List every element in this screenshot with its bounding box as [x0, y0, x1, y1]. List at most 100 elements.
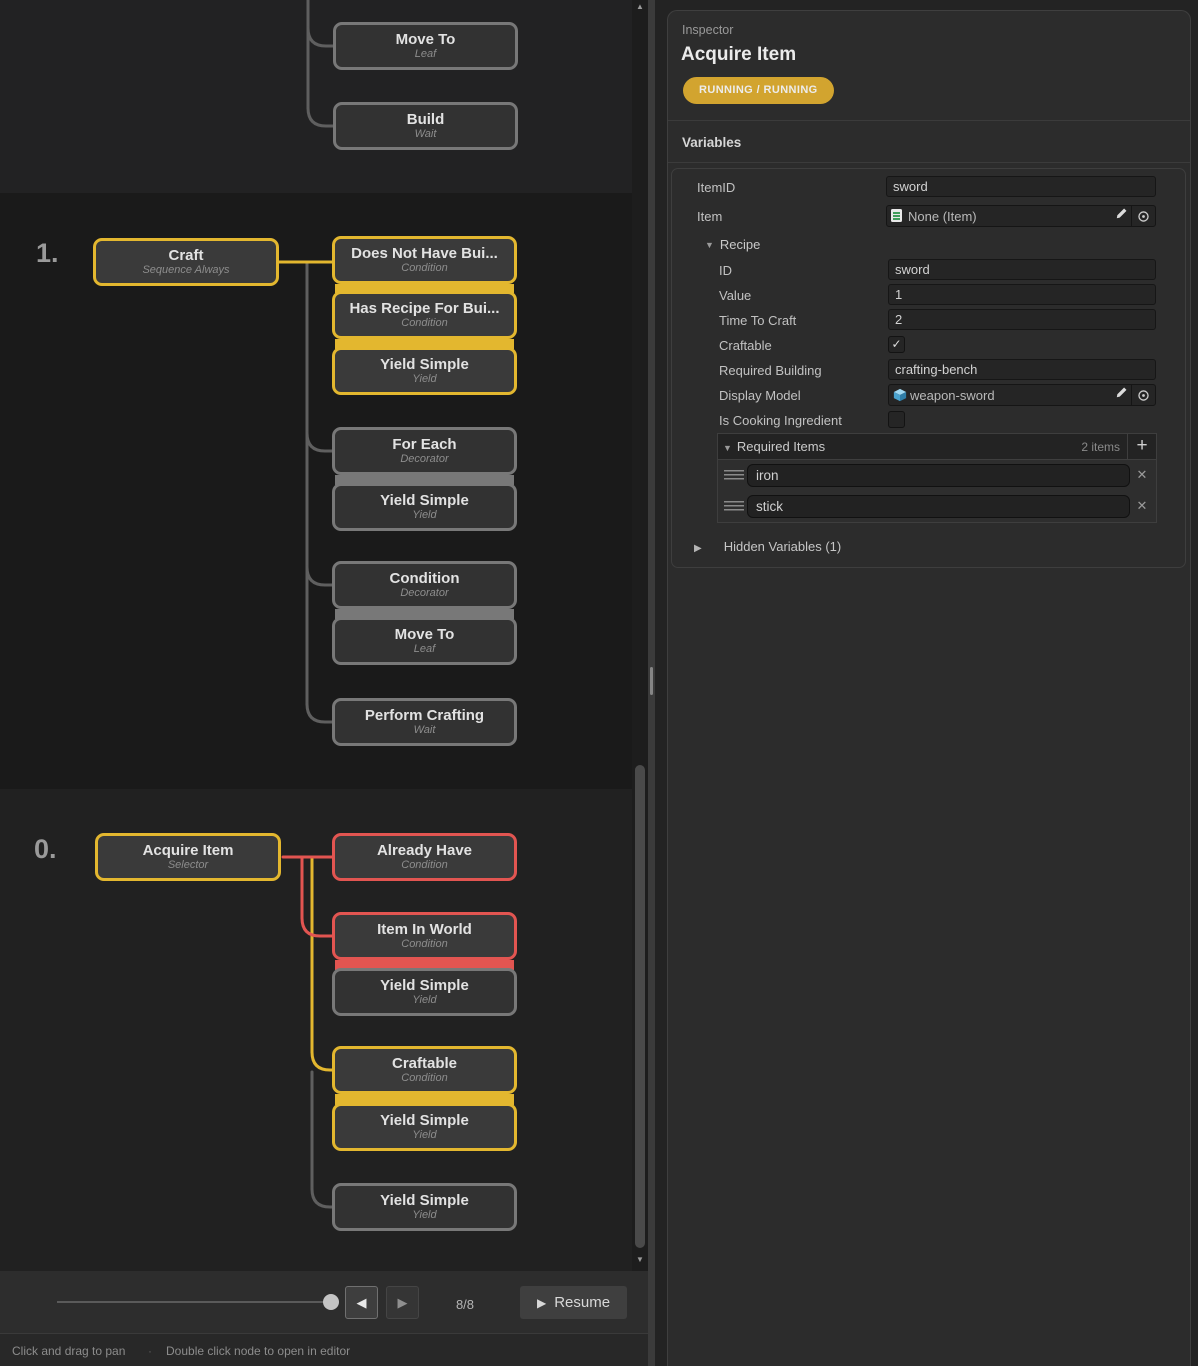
- scroll-up-icon[interactable]: ▲: [632, 1, 648, 13]
- required-building-field[interactable]: [888, 359, 1156, 380]
- required-item-input[interactable]: [748, 465, 1129, 486]
- node-subtitle: Wait: [415, 128, 437, 141]
- required-item-field[interactable]: [747, 495, 1130, 518]
- node-subtitle: Yield: [412, 373, 436, 386]
- field-label-item: Item: [697, 209, 722, 224]
- remove-item-button[interactable]: ✕: [1132, 466, 1152, 484]
- node-move-to-mid[interactable]: Move To Leaf: [332, 617, 517, 665]
- node-move-to-top[interactable]: Move To Leaf: [333, 22, 518, 70]
- time-to-craft-field[interactable]: [888, 309, 1156, 330]
- required-items-foldout[interactable]: ▼ Required Items: [723, 439, 825, 454]
- node-title: Yield Simple: [380, 1112, 469, 1129]
- node-subtitle: Condition: [401, 317, 447, 330]
- required-items-count: 2 items: [1081, 440, 1120, 454]
- variables-section-title: Variables: [682, 135, 741, 150]
- node-title: Yield Simple: [380, 492, 469, 509]
- node-yield-simple-1[interactable]: Yield Simple Yield: [332, 347, 517, 395]
- node-for-each[interactable]: For Each Decorator: [332, 427, 517, 475]
- node-title: For Each: [392, 436, 456, 453]
- step-back-button[interactable]: ◀: [345, 1286, 378, 1319]
- recipe-id-field[interactable]: [888, 259, 1156, 280]
- node-has-recipe-for-building[interactable]: Has Recipe For Bui... Condition: [332, 291, 517, 339]
- required-item-input[interactable]: [748, 496, 1129, 517]
- node-subtitle: Leaf: [414, 643, 435, 656]
- hint-open-editor: Double click node to open in editor: [166, 1344, 350, 1358]
- itemid-input[interactable]: [887, 177, 1155, 196]
- node-subtitle: Sequence Always: [142, 264, 229, 277]
- graph-section-top[interactable]: [0, 0, 648, 193]
- prefab-cube-icon: [893, 388, 907, 402]
- recipe-value-input[interactable]: [889, 285, 1155, 304]
- play-icon: ▶: [537, 1296, 546, 1310]
- required-items-header: ▼ Required Items 2 items +: [718, 434, 1156, 460]
- hint-pan: Click and drag to pan: [12, 1344, 125, 1358]
- edit-pencil-icon[interactable]: [1111, 207, 1131, 225]
- recipe-value-field[interactable]: [888, 284, 1156, 305]
- section-index-0: 0.: [34, 834, 57, 865]
- object-picker-icon[interactable]: [1131, 385, 1155, 405]
- node-yield-simple-5[interactable]: Yield Simple Yield: [332, 1183, 517, 1231]
- required-item-field[interactable]: [747, 464, 1130, 487]
- remove-item-button[interactable]: ✕: [1132, 497, 1152, 515]
- node-subtitle: Yield: [412, 509, 436, 522]
- resume-button[interactable]: ▶ Resume: [520, 1286, 627, 1319]
- graph-scrollbar[interactable]: ▲ ▼: [632, 0, 648, 1271]
- craftable-checkbox[interactable]: ✓: [888, 336, 905, 353]
- recipe-id-input[interactable]: [889, 260, 1155, 279]
- node-yield-simple-4[interactable]: Yield Simple Yield: [332, 1103, 517, 1151]
- itemid-field[interactable]: [886, 176, 1156, 197]
- chevron-down-icon: ▼: [705, 240, 714, 250]
- field-label-time-to-craft: Time To Craft: [719, 313, 796, 328]
- inspector-label: Inspector: [682, 23, 733, 37]
- step-forward-button[interactable]: ▶: [386, 1286, 419, 1319]
- node-title: Move To: [396, 31, 456, 48]
- node-craftable[interactable]: Craftable Condition: [332, 1046, 517, 1094]
- status-badge: RUNNING / RUNNING: [683, 77, 834, 104]
- node-title: Craftable: [392, 1055, 457, 1072]
- drag-handle-icon[interactable]: [724, 470, 744, 480]
- node-condition[interactable]: Condition Decorator: [332, 561, 517, 609]
- node-item-in-world[interactable]: Item In World Condition: [332, 912, 517, 960]
- required-building-input[interactable]: [889, 360, 1155, 379]
- divider: [668, 120, 1190, 121]
- is-cooking-ingredient-checkbox[interactable]: [888, 411, 905, 428]
- scroll-down-icon[interactable]: ▼: [632, 1254, 648, 1266]
- node-title: Item In World: [377, 921, 472, 938]
- node-does-not-have-building[interactable]: Does Not Have Bui... Condition: [332, 236, 517, 284]
- field-label-is-cooking-ingredient: Is Cooking Ingredient: [719, 413, 842, 428]
- field-label-id: ID: [719, 263, 732, 278]
- timeline-slider-track[interactable]: [57, 1301, 331, 1303]
- node-title: Perform Crafting: [365, 707, 484, 724]
- display-model-object-field[interactable]: weapon-sword: [888, 384, 1156, 406]
- node-craft[interactable]: Craft Sequence Always: [93, 238, 279, 286]
- chevron-right-icon: ▶: [694, 543, 702, 554]
- recipe-foldout[interactable]: ▼Recipe: [705, 237, 760, 252]
- hidden-variables-label: Hidden Variables (1): [724, 539, 842, 554]
- node-subtitle: Condition: [401, 1072, 447, 1085]
- step-back-icon: ◀: [357, 1295, 367, 1311]
- edit-pencil-icon[interactable]: [1111, 386, 1131, 404]
- hidden-variables-foldout[interactable]: ▶ Hidden Variables (1): [694, 539, 841, 554]
- timeline-slider-thumb[interactable]: [323, 1294, 339, 1310]
- required-items-label: Required Items: [737, 439, 825, 454]
- graph-scrollbar-thumb[interactable]: [635, 765, 645, 1248]
- chevron-down-icon: ▼: [723, 443, 732, 453]
- splitter-handle-icon: [650, 667, 653, 695]
- node-already-have[interactable]: Already Have Condition: [332, 833, 517, 881]
- step-counter: 8/8: [436, 1297, 494, 1312]
- node-title: Yield Simple: [380, 1192, 469, 1209]
- panel-splitter[interactable]: [648, 0, 655, 1366]
- time-to-craft-input[interactable]: [889, 310, 1155, 329]
- drag-handle-icon[interactable]: [724, 501, 744, 511]
- node-subtitle: Condition: [401, 938, 447, 951]
- node-perform-crafting[interactable]: Perform Crafting Wait: [332, 698, 517, 746]
- node-acquire-item[interactable]: Acquire Item Selector: [95, 833, 281, 881]
- item-object-field[interactable]: None (Item): [886, 205, 1156, 227]
- add-item-button[interactable]: +: [1127, 434, 1156, 459]
- node-yield-simple-3[interactable]: Yield Simple Yield: [332, 968, 517, 1016]
- divider: [668, 162, 1190, 163]
- item-object-value: None (Item): [905, 209, 1111, 224]
- object-picker-icon[interactable]: [1131, 206, 1155, 226]
- node-build[interactable]: Build Wait: [333, 102, 518, 150]
- node-yield-simple-2[interactable]: Yield Simple Yield: [332, 483, 517, 531]
